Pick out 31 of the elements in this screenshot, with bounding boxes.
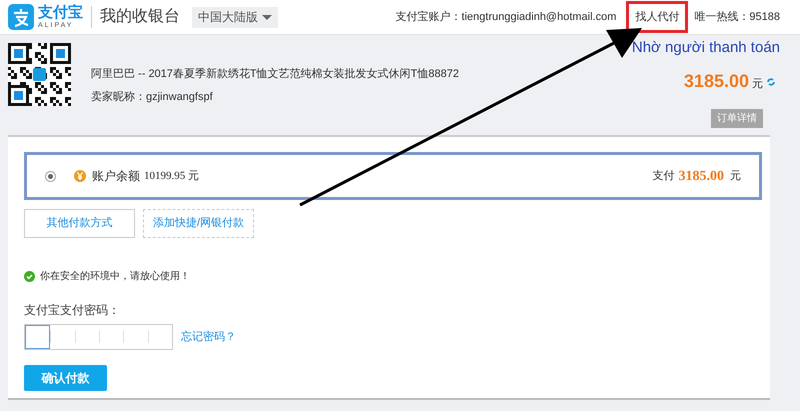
currency-text: 元 (752, 76, 763, 92)
region-dropdown[interactable]: 中国大陆版 (192, 6, 278, 28)
security-message: 你在安全的环境中，请放心使用！ (40, 270, 190, 284)
payment-method-button[interactable]: 其他付款方式 (24, 209, 135, 238)
logo-icon (8, 4, 34, 30)
pay-currency: 元 (730, 168, 741, 184)
hotline-text: 唯一热线：95188 (694, 10, 780, 25)
page-title: 我的收银台 (100, 6, 180, 27)
refresh-icon[interactable] (766, 76, 776, 86)
caret-icon (262, 14, 272, 20)
pay-label: 支付 (652, 168, 674, 184)
forgot-password-link[interactable]: 忘记密码？ (181, 328, 236, 346)
radio-button[interactable] (45, 170, 56, 182)
annotation-text: Nhờ người thanh toán (632, 38, 780, 58)
check-icon (24, 271, 35, 282)
order-amount: 3185.00 (684, 70, 749, 92)
account-text: 支付宝账户：tiengtrunggiadinh@hotmail.com (396, 10, 616, 25)
order-title: 阿里巴巴 -- 2017春夏季新款绣花T恤文艺范纯棉女装批发女式休闲T恤88872 (91, 66, 459, 82)
confirm-payment-button[interactable]: 确认付款 (24, 365, 107, 391)
logo-name: 支付宝 (38, 5, 83, 20)
order-details-tab[interactable]: 订单详情 (711, 108, 763, 128)
qr-code-icon (8, 43, 71, 106)
password-field[interactable] (24, 324, 173, 350)
balance-amount: 10199.95 元 (144, 168, 199, 184)
coin-icon (74, 170, 86, 182)
payment-method-button[interactable]: 添加快捷/网银付款 (143, 209, 254, 238)
seller-name: 卖家昵称：gzjinwangfspf (91, 90, 214, 104)
balance-label: 账户余额 (92, 168, 140, 185)
payment-option[interactable]: 账户余额 10199.95 元 支付 3185.00 元 (24, 152, 762, 200)
password-label: 支付宝支付密码： (24, 302, 121, 319)
pay-amount: 3185.00 (678, 168, 724, 186)
